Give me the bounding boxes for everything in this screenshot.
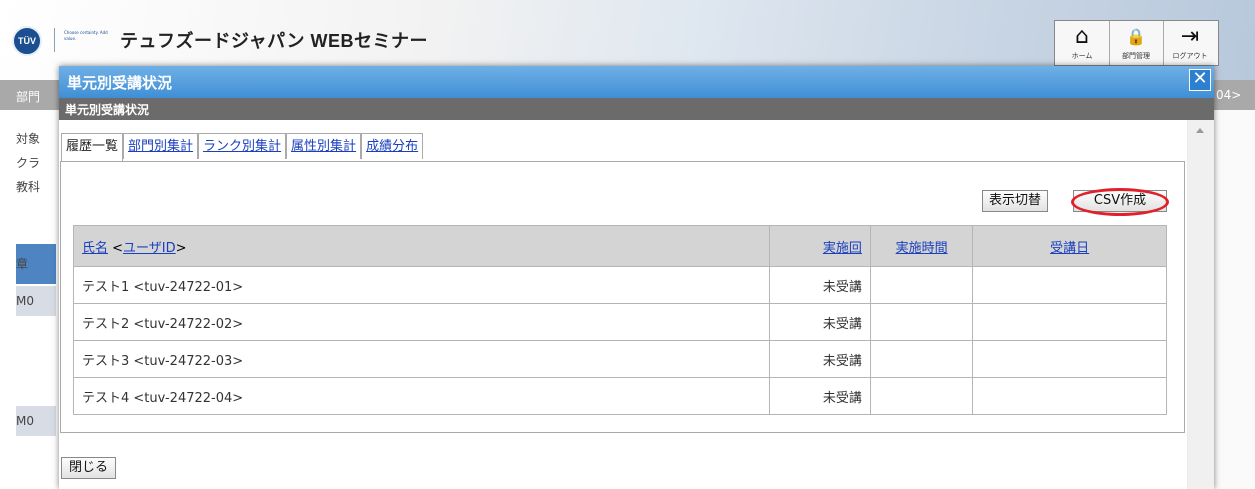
tab-rank-summary[interactable]: ランク別集計: [198, 133, 287, 159]
row-date: [972, 303, 1167, 341]
sort-time-link[interactable]: 実施時間: [896, 241, 948, 256]
background-right-strip: [1212, 110, 1255, 489]
department-admin-label: 部門管理: [1122, 52, 1150, 60]
dialog-scrollbar[interactable]: [1188, 120, 1214, 489]
tab-score-distribution[interactable]: 成績分布: [361, 133, 424, 159]
home-label: ホーム: [1071, 52, 1093, 60]
background-label: 章: [16, 244, 56, 284]
top-navigation: ⌂ ホーム 🔒 部門管理 ⇥ ログアウト: [1054, 20, 1219, 66]
row-time: [869, 303, 974, 341]
home-button[interactable]: ⌂ ホーム: [1055, 21, 1110, 65]
sort-name-link[interactable]: 氏名: [82, 241, 108, 256]
row-time: [869, 340, 974, 378]
tab-bar: 履歴一覧 部門別集計 ランク別集計 属性別集計 成績分布: [61, 133, 424, 162]
row-date: [972, 340, 1167, 378]
background-label: M0: [16, 406, 56, 436]
background-label: 教科: [16, 180, 41, 194]
date-column-header: 受講日: [972, 225, 1167, 267]
toggle-view-button[interactable]: 表示切替: [982, 190, 1049, 212]
background-label: 部門: [16, 90, 41, 104]
close-button[interactable]: 閉じる: [61, 457, 117, 479]
lock-user-icon: 🔒: [1126, 27, 1146, 46]
row-name: テスト1 <tuv-24722-01>: [73, 266, 770, 304]
row-round: 未受講: [768, 340, 871, 378]
name-column-header: 氏名 <ユーザID>: [73, 225, 770, 267]
row-date: [972, 266, 1167, 304]
home-icon: ⌂: [1075, 24, 1089, 49]
background-label: クラ: [16, 156, 41, 170]
row-date: [972, 377, 1167, 415]
table-row: テスト3 <tuv-24722-03> 未受講: [73, 340, 1167, 378]
dialog-subtitle: 単元別受講状況: [65, 103, 150, 117]
tuv-logo: TÜV: [12, 26, 42, 56]
row-name: テスト4 <tuv-24722-04>: [73, 377, 770, 415]
row-name: テスト2 <tuv-24722-02>: [73, 303, 770, 341]
table-header-row: 氏名 <ユーザID> 実施回 実施時間 受講日: [73, 225, 1167, 267]
dialog-title-bar: 単元別受講状況 ✕: [59, 66, 1214, 98]
background-label: M0: [16, 286, 56, 316]
department-admin-button[interactable]: 🔒 部門管理: [1109, 21, 1164, 65]
row-time: [869, 266, 974, 304]
table-row: テスト4 <tuv-24722-04> 未受講: [73, 377, 1167, 415]
row-time: [869, 377, 974, 415]
row-round: 未受講: [768, 377, 871, 415]
dialog-title: 単元別受講状況: [67, 75, 173, 92]
name-header-end: >: [175, 240, 187, 256]
site-title: テュフズードジャパン WEBセミナー: [120, 31, 428, 51]
tab-attribute-summary[interactable]: 属性別集計: [286, 133, 362, 159]
logout-label: ログアウト: [1172, 52, 1208, 60]
round-column-header: 実施回: [768, 225, 871, 267]
row-round: 未受講: [768, 303, 871, 341]
logout-button[interactable]: ⇥ ログアウト: [1163, 21, 1217, 65]
time-column-header: 実施時間: [869, 225, 974, 267]
tagline: Choose certainty. Add value.: [64, 30, 108, 41]
table-row: テスト1 <tuv-24722-01> 未受講: [73, 266, 1167, 304]
scroll-up-arrow-icon[interactable]: [1196, 128, 1204, 133]
tab-history-list[interactable]: 履歴一覧: [61, 133, 124, 162]
dialog-subtitle-bar: 単元別受講状況: [59, 98, 1214, 120]
name-header-separator: <: [108, 240, 124, 256]
row-name: テスト3 <tuv-24722-03>: [73, 340, 770, 378]
logo-divider: [54, 28, 55, 52]
sort-date-link[interactable]: 受講日: [1050, 241, 1089, 256]
background-right-text: 04>: [1216, 88, 1242, 102]
table-row: テスト2 <tuv-24722-02> 未受講: [73, 303, 1167, 341]
sort-round-link[interactable]: 実施回: [823, 241, 862, 256]
background-label: 対象: [16, 132, 41, 146]
sort-userid-link[interactable]: ユーザID: [123, 241, 176, 256]
tab-department-summary[interactable]: 部門別集計: [123, 133, 199, 159]
row-round: 未受講: [768, 266, 871, 304]
close-icon[interactable]: ✕: [1189, 69, 1211, 91]
background-left-column: 対象 クラ 教科 章 M0 M0: [16, 110, 56, 489]
logout-icon: ⇥: [1180, 24, 1200, 49]
csv-create-button[interactable]: CSV作成: [1073, 190, 1167, 212]
history-table: 氏名 <ユーザID> 実施回 実施時間 受講日 テスト1 <tuv-24722-…: [73, 225, 1167, 415]
